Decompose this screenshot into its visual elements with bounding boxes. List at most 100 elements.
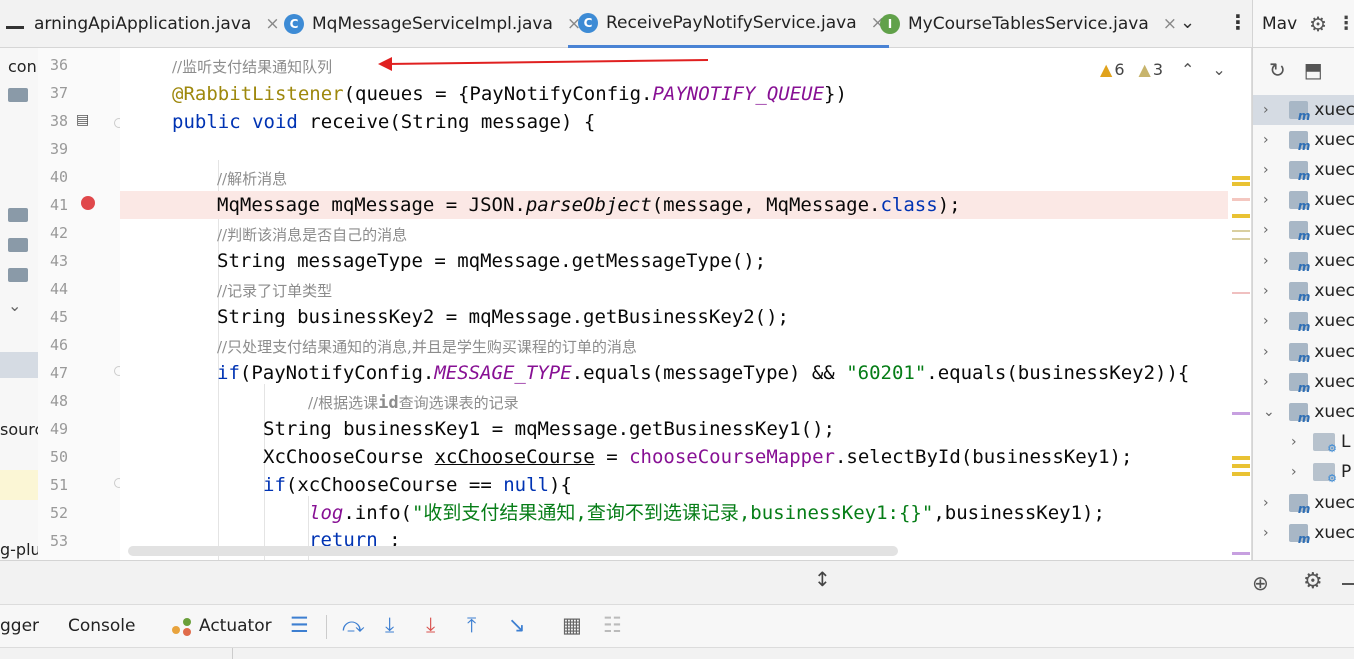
- chevron-down-icon[interactable]: ⌄: [1263, 404, 1277, 420]
- project-item-label[interactable]: sourc: [0, 420, 38, 439]
- code-text: (PayNotifyConfig.: [239, 362, 435, 384]
- chevron-right-icon[interactable]: ›: [1263, 344, 1277, 360]
- locate-icon[interactable]: ⊕: [1252, 571, 1269, 595]
- horizontal-scrollbar[interactable]: [128, 546, 898, 556]
- close-icon[interactable]: ×: [265, 14, 279, 34]
- chevron-right-icon[interactable]: ›: [1291, 434, 1307, 450]
- maven-project-label: xuec: [1314, 523, 1354, 543]
- keyword: void: [252, 111, 298, 133]
- maven-project-row[interactable]: › xuec: [1253, 95, 1354, 125]
- tab-console[interactable]: Console: [68, 616, 136, 636]
- project-item-label[interactable]: g-plu: [0, 540, 38, 559]
- tab-debugger[interactable]: gger: [0, 616, 39, 636]
- chevron-right-icon[interactable]: ›: [1263, 283, 1277, 299]
- resize-handle-icon[interactable]: ↕: [814, 567, 831, 591]
- tab-my-course-tables-service[interactable]: I MyCourseTablesService.java ×: [880, 0, 1177, 48]
- chevron-right-icon[interactable]: ›: [1263, 525, 1277, 541]
- warning-marker[interactable]: [1232, 182, 1250, 186]
- warning-marker[interactable]: [1232, 472, 1250, 476]
- chevron-right-icon[interactable]: ›: [1263, 253, 1277, 269]
- breakpoint-marker[interactable]: [1232, 198, 1250, 201]
- line-number: 37: [49, 84, 68, 102]
- maven-project-row[interactable]: › xuec: [1253, 246, 1354, 276]
- threads-menu-icon[interactable]: ☰: [290, 613, 309, 637]
- step-over-icon[interactable]: ⤓: [385, 613, 394, 638]
- highlighted-tree-row[interactable]: [0, 470, 38, 500]
- show-execution-point-icon[interactable]: ⤼: [342, 613, 364, 638]
- maven-project-label: xuec: [1314, 220, 1354, 240]
- tab-learning-api-application[interactable]: arningApiApplication.java ×: [34, 0, 280, 48]
- maven-project-row[interactable]: ⌄ xuec: [1253, 397, 1354, 427]
- marker[interactable]: [1232, 292, 1250, 294]
- inspection-widget[interactable]: ▲ 6 ▲ 3 ⌃ ⌄: [1100, 60, 1226, 79]
- weak-warning-marker[interactable]: [1232, 230, 1250, 232]
- line-number: 46: [49, 336, 68, 354]
- trace-stream-icon[interactable]: ☷: [603, 613, 622, 637]
- chevron-right-icon[interactable]: ›: [1263, 374, 1277, 390]
- hide-icon[interactable]: [1342, 583, 1354, 585]
- tab-actuator[interactable]: Actuator: [199, 616, 272, 636]
- code-text: );: [937, 194, 961, 216]
- maven-project-row[interactable]: › xuec: [1253, 306, 1354, 336]
- maven-project-row[interactable]: › xuec: [1253, 488, 1354, 518]
- project-item-label[interactable]: con: [8, 57, 37, 76]
- marker[interactable]: [1232, 412, 1250, 415]
- maven-project-row[interactable]: › xuec: [1253, 337, 1354, 367]
- chevron-right-icon[interactable]: ›: [1263, 222, 1277, 238]
- code-line-46: //只处理支付结果通知的消息,并且是学生购买课程的订单的消息: [217, 332, 1228, 360]
- chevron-right-icon[interactable]: ›: [1263, 132, 1277, 148]
- collapse-icon[interactable]: [6, 26, 24, 29]
- chevron-right-icon[interactable]: ›: [1291, 464, 1307, 480]
- chevron-down-icon[interactable]: ⌄: [1180, 12, 1195, 33]
- marker[interactable]: [1232, 552, 1250, 555]
- maven-project-row[interactable]: › xuec: [1253, 155, 1354, 185]
- selected-tree-row[interactable]: [0, 352, 38, 378]
- line-number: 52: [49, 504, 68, 522]
- chevron-right-icon[interactable]: ›: [1263, 102, 1277, 118]
- maven-project-row[interactable]: › xuec: [1253, 518, 1354, 548]
- more-icon[interactable]: ⋮: [1337, 13, 1354, 34]
- step-out-icon[interactable]: ⤒: [467, 613, 476, 638]
- chevron-right-icon[interactable]: ›: [1263, 495, 1277, 511]
- chevron-up-icon[interactable]: ⌃: [1181, 60, 1194, 79]
- code-editor[interactable]: //监听支付结果通知队列 @RabbitListener(queues = {P…: [120, 48, 1228, 560]
- tab-label: ReceivePayNotifyService.java: [606, 12, 857, 33]
- maven-project-row[interactable]: › xuec: [1253, 215, 1354, 245]
- maven-project-row[interactable]: › xuec: [1253, 125, 1354, 155]
- chevron-down-icon[interactable]: ⌄: [1212, 60, 1225, 79]
- warning-marker[interactable]: [1232, 464, 1250, 468]
- tab-mq-message-service-impl[interactable]: C MqMessageServiceImpl.java ×: [284, 0, 581, 48]
- chevron-right-icon[interactable]: ›: [1263, 313, 1277, 329]
- maven-lifecycle-row[interactable]: ›L: [1253, 427, 1354, 457]
- gear-icon[interactable]: ⚙: [1309, 12, 1327, 36]
- weak-warning-marker[interactable]: [1232, 238, 1250, 240]
- warning-marker[interactable]: [1232, 214, 1250, 218]
- evaluate-expression-icon[interactable]: ▦: [562, 613, 582, 637]
- step-into-icon[interactable]: ⤓: [426, 613, 435, 638]
- close-icon[interactable]: ×: [1163, 14, 1177, 34]
- error-stripe[interactable]: [1228, 48, 1252, 560]
- breakpoint-icon[interactable]: [81, 196, 95, 210]
- constant: PAYNOTIFY_QUEUE: [652, 83, 825, 105]
- reload-icon[interactable]: ↻: [1269, 58, 1286, 82]
- maven-plugins-row[interactable]: ›P: [1253, 457, 1354, 487]
- warning-marker[interactable]: [1232, 456, 1250, 460]
- chevron-down-icon[interactable]: ⌄: [8, 296, 21, 315]
- tab-receive-pay-notify-service[interactable]: C ReceivePayNotifyService.java ×: [568, 0, 889, 48]
- chevron-right-icon[interactable]: ›: [1263, 162, 1277, 178]
- line-number-gutter[interactable]: 36 37 38 39 40 41 42 43 44 45 46 47 48 4…: [38, 48, 124, 560]
- chevron-right-icon[interactable]: ›: [1263, 192, 1277, 208]
- run-to-cursor-icon[interactable]: ↘: [508, 613, 526, 637]
- more-icon[interactable]: ⋮: [1228, 10, 1248, 34]
- tool-window-splitter[interactable]: ↕ ⊕ ⚙: [0, 560, 1354, 604]
- weak-warning-icon: ▲: [1138, 60, 1151, 79]
- code-text: MqMessage mqMessage = JSON.: [217, 194, 526, 216]
- maven-project-row[interactable]: › xuec: [1253, 276, 1354, 306]
- code-line-41: MqMessage mqMessage = JSON.parseObject(m…: [120, 191, 1228, 219]
- bean-icon[interactable]: ▤: [76, 112, 89, 128]
- add-maven-project-icon[interactable]: ⬒: [1304, 58, 1323, 82]
- warning-marker[interactable]: [1232, 176, 1250, 180]
- maven-project-row[interactable]: › xuec: [1253, 185, 1354, 215]
- maven-project-row[interactable]: › xuec: [1253, 367, 1354, 397]
- gear-icon[interactable]: ⚙: [1303, 569, 1323, 594]
